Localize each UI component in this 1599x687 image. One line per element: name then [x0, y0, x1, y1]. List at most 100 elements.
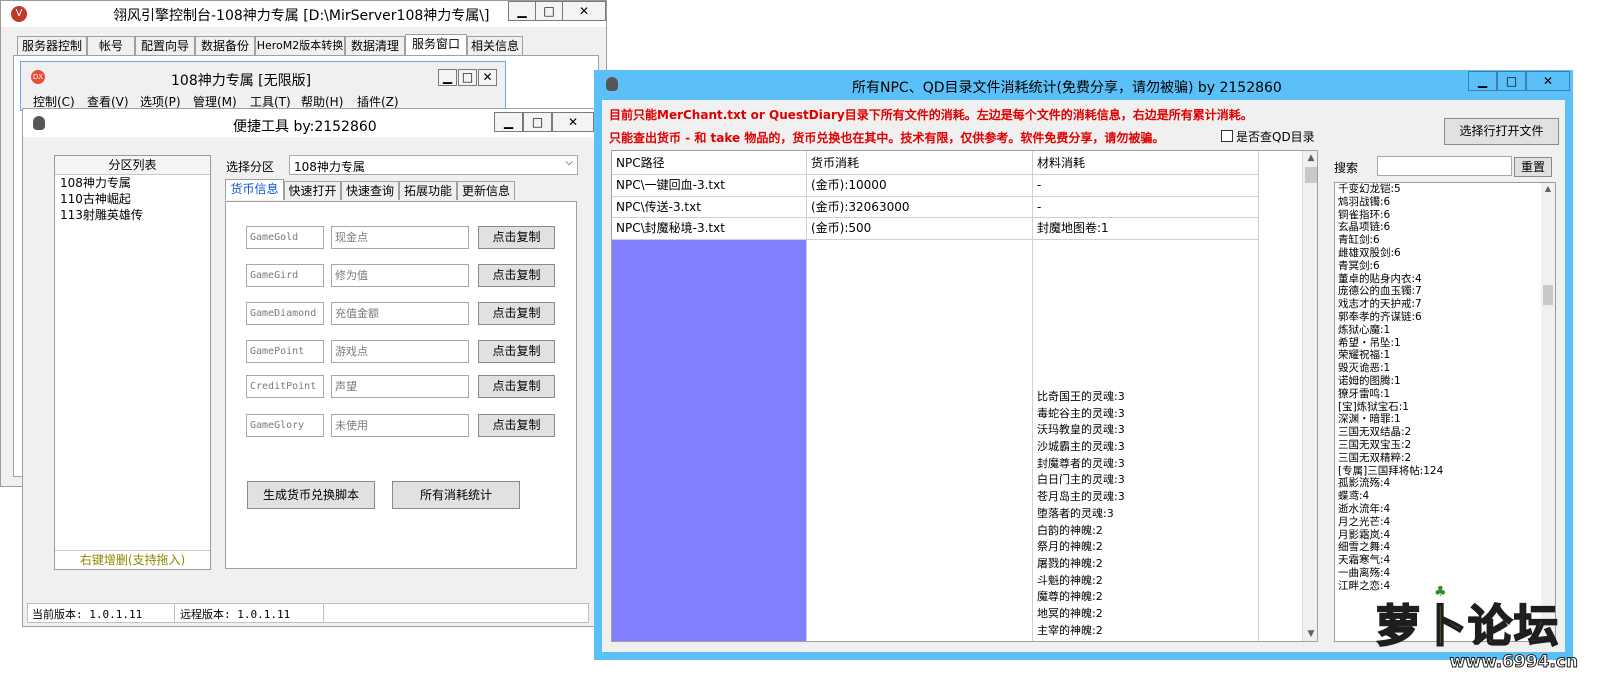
list-item[interactable]: 荣耀祝福:1	[1335, 349, 1555, 362]
table-cell-path[interactable]: NPC\一键回血-3.txt	[612, 175, 807, 197]
minimize-button[interactable]: ▁	[508, 1, 536, 21]
list-item[interactable]: 三国无双精粹:2	[1335, 452, 1555, 465]
currency-name-field[interactable]: 声望	[331, 375, 469, 398]
maximize-button[interactable]: □	[535, 1, 563, 21]
tab-currency-info[interactable]: 货币信息	[225, 179, 284, 200]
list-item[interactable]: 青冥剑:6	[1335, 260, 1555, 273]
list-item[interactable]: 铜雀指环:6	[1335, 209, 1555, 222]
list-item[interactable]: 三国无双宝玉:2	[1335, 439, 1555, 452]
currency-code-field[interactable]: GameGlory	[246, 414, 324, 437]
table-cell-currency[interactable]	[807, 240, 1033, 641]
list-item[interactable]: 希望・吊坠:1	[1335, 337, 1555, 350]
tab-update-info[interactable]: 更新信息	[457, 181, 515, 200]
table-cell-currency[interactable]: (金币):500	[807, 218, 1033, 240]
copy-button[interactable]: 点击复制	[478, 414, 555, 437]
scroll-up-icon[interactable]: ▲	[1541, 184, 1555, 193]
scroll-up-icon[interactable]: ▲	[1303, 153, 1317, 163]
table-cell-currency[interactable]: (金币):10000	[807, 175, 1033, 197]
list-item[interactable]: 千变幻龙铠:5	[1335, 183, 1555, 196]
list-item[interactable]: 深渊・暗罪:1	[1335, 413, 1555, 426]
currency-name-field[interactable]: 现金点	[331, 226, 469, 249]
server-minimize-button[interactable]: ▁	[438, 69, 457, 86]
partition-select[interactable]: 108神力专属 ⌵	[289, 155, 578, 175]
list-item[interactable]: 113射雕英雄传	[55, 207, 210, 223]
list-item[interactable]: 庞德公的血玉镯:7	[1335, 285, 1555, 298]
list-item[interactable]: [专属]三国拜将帖:124	[1335, 465, 1555, 478]
generate-exchange-script-button[interactable]: 生成货币兑换脚本	[247, 481, 375, 509]
tab-quick-query[interactable]: 快速查询	[341, 181, 399, 200]
list-item[interactable]: 鸩羽战镯:6	[1335, 196, 1555, 209]
table-cell-material[interactable]: -	[1033, 197, 1259, 218]
tool-maximize-button[interactable]: □	[523, 112, 552, 132]
tool-minimize-button[interactable]: ▁	[494, 112, 523, 132]
column-header-path[interactable]: NPC路径	[612, 151, 807, 175]
list-item[interactable]: 雌雄双股剑:6	[1335, 247, 1555, 260]
server-titlebar[interactable]: DX 108神力专属 [无限版] ▁ □ ✕	[21, 62, 505, 90]
tab-service-window[interactable]: 服务窗口	[405, 34, 467, 55]
list-item[interactable]: 孤影流殇:4	[1335, 477, 1555, 490]
engine-titlebar[interactable]: V 翎风引擎控制台-108神力专属 [D:\MirServer108神力专属\]…	[1, 1, 606, 27]
open-selected-file-button[interactable]: 选择行打开文件	[1444, 118, 1559, 145]
stats-table[interactable]: NPC路径 货币消耗 材料消耗 NPC\一键回血-3.txt (金币):1000…	[611, 150, 1318, 642]
tab-server-control[interactable]: 服务器控制	[17, 36, 87, 55]
list-item[interactable]: 细雪之舞:4	[1335, 541, 1555, 554]
copy-button[interactable]: 点击复制	[478, 302, 555, 325]
qd-checkbox[interactable]	[1221, 130, 1233, 142]
list-item[interactable]: 董卓的贴身内衣:4	[1335, 273, 1555, 286]
list-item[interactable]: 月影霜岚:4	[1335, 529, 1555, 542]
tab-data-cleanup[interactable]: 数据清理	[345, 36, 405, 55]
table-cell-path[interactable]: NPC\传送-3.txt	[612, 197, 807, 218]
list-item[interactable]: 诺姆的图腾:1	[1335, 375, 1555, 388]
table-cell-currency[interactable]: (金币):32063000	[807, 197, 1033, 218]
server-maximize-button[interactable]: □	[458, 69, 477, 86]
currency-code-field[interactable]: CreditPoint	[246, 375, 324, 398]
list-item[interactable]: 獠牙雷鸣:1	[1335, 388, 1555, 401]
list-item[interactable]: 玄晶项链:6	[1335, 221, 1555, 234]
material-list-cell[interactable]: 比奇国王的灵魂:3 毒蛇谷主的灵魂:3 沃玛教皇的灵魂:3 沙城霸主的灵魂:3 …	[1033, 240, 1259, 641]
tab-extensions[interactable]: 拓展功能	[399, 181, 457, 200]
tab-related-info[interactable]: 相关信息	[467, 36, 523, 55]
list-item[interactable]: 郭奉孝的齐谋链:6	[1335, 311, 1555, 324]
tab-herom2-convert[interactable]: HeroM2版本转换	[255, 36, 345, 55]
tab-config-wizard[interactable]: 配置向导	[135, 36, 195, 55]
currency-code-field[interactable]: GameGird	[246, 264, 324, 287]
tool-close-button[interactable]: ✕	[552, 112, 594, 132]
selected-row-cell[interactable]	[612, 240, 807, 641]
stats-close-button[interactable]: ✕	[1526, 71, 1570, 91]
column-header-material[interactable]: 材料消耗	[1033, 151, 1259, 175]
list-item[interactable]: 一曲离殇:4	[1335, 567, 1555, 580]
tab-data-backup[interactable]: 数据备份	[195, 36, 255, 55]
scrollbar-thumb[interactable]	[1543, 285, 1553, 305]
tab-account[interactable]: 帐号	[87, 36, 135, 55]
list-item[interactable]: 三国无双结晶:2	[1335, 426, 1555, 439]
table-cell-path[interactable]: NPC\封魔秘境-3.txt	[612, 218, 807, 240]
list-item[interactable]: 蝶鸢:4	[1335, 490, 1555, 503]
copy-button[interactable]: 点击复制	[478, 264, 555, 287]
list-item[interactable]: 青缸剑:6	[1335, 234, 1555, 247]
list-item[interactable]: 108神力专属	[55, 175, 210, 191]
table-cell-material[interactable]: 封魔地图卷:1	[1033, 218, 1259, 240]
tab-quick-open[interactable]: 快速打开	[284, 181, 341, 200]
table-cell-material[interactable]: -	[1033, 175, 1259, 197]
stats-titlebar[interactable]: 所有NPC、QD目录文件消耗统计(免费分享，请勿被骗) by 2152860 ▁…	[594, 70, 1573, 100]
currency-code-field[interactable]: GameDiamond	[246, 302, 324, 325]
totals-list[interactable]: 千变幻龙铠:5 鸩羽战镯:6 铜雀指环:6 玄晶项链:6 青缸剑:6 雌雄双股剑…	[1334, 182, 1556, 642]
copy-button[interactable]: 点击复制	[478, 340, 555, 363]
table-scrollbar[interactable]: ▲ ▼	[1302, 151, 1317, 641]
currency-name-field[interactable]: 未使用	[331, 414, 469, 437]
column-header-currency[interactable]: 货币消耗	[807, 151, 1033, 175]
list-item[interactable]: 逝水流年:4	[1335, 503, 1555, 516]
stats-maximize-button[interactable]: □	[1497, 71, 1526, 91]
stats-minimize-button[interactable]: ▁	[1468, 71, 1497, 91]
tool-titlebar[interactable]: 便捷工具 by:2152860 ▁ □ ✕	[23, 109, 597, 137]
reset-button[interactable]: 重置	[1514, 157, 1552, 177]
list-item[interactable]: 天霜寒气:4	[1335, 554, 1555, 567]
list-item[interactable]: 戏志才的天护戒:7	[1335, 298, 1555, 311]
currency-code-field[interactable]: GamePoint	[246, 340, 324, 363]
currency-code-field[interactable]: GameGold	[246, 226, 324, 249]
currency-name-field[interactable]: 充值金额	[331, 302, 469, 325]
partition-list[interactable]: 分区列表 108神力专属 110古神崛起 113射雕英雄传 右键增删(支持拖入)	[54, 155, 211, 570]
list-item[interactable]: 110古神崛起	[55, 191, 210, 207]
list-item[interactable]: 月之光芒:4	[1335, 516, 1555, 529]
totals-scrollbar[interactable]: ▲	[1541, 183, 1555, 641]
